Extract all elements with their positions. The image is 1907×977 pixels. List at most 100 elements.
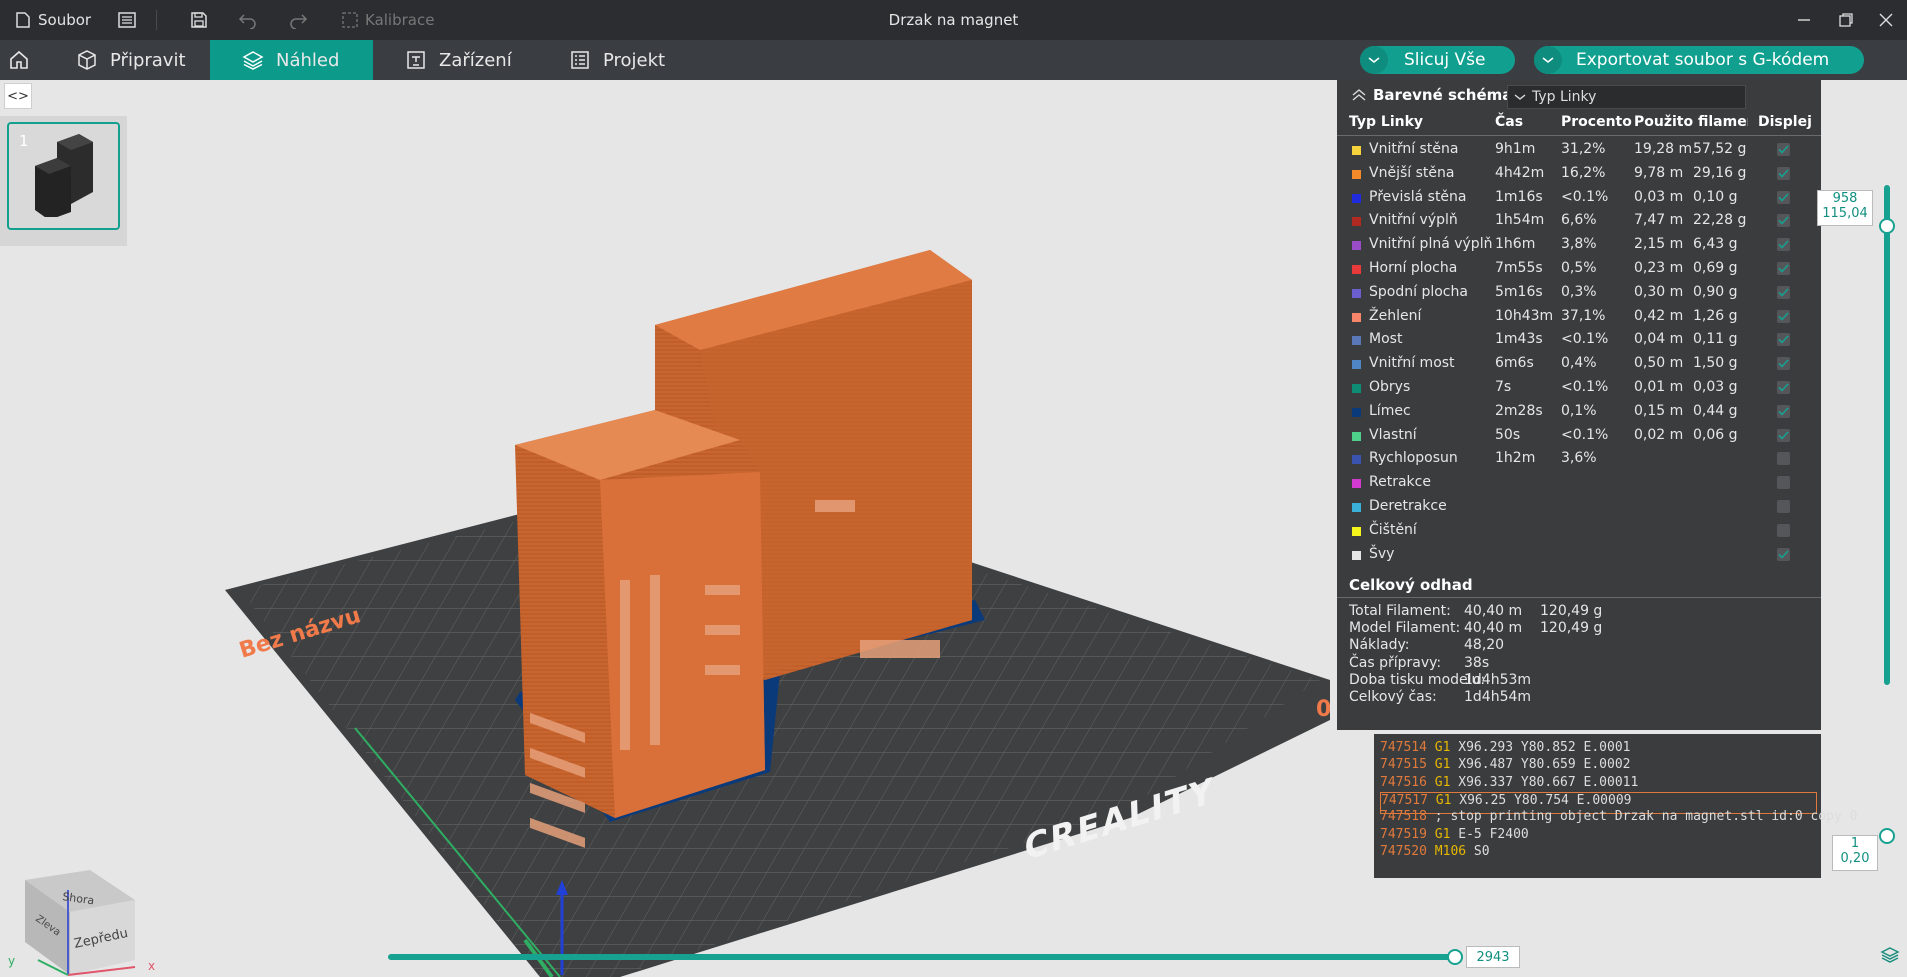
display-checkbox[interactable] (1777, 404, 1790, 418)
color-scheme-select[interactable]: Typ Linky (1507, 85, 1746, 109)
line-type-time: 9h1m (1495, 141, 1536, 157)
home-icon[interactable] (8, 40, 38, 80)
display-checkbox[interactable] (1777, 285, 1790, 299)
line-type-swatch (1352, 265, 1361, 274)
chevron-down-icon[interactable] (1534, 46, 1562, 74)
tab-device[interactable]: Zařízení (373, 40, 543, 80)
line-type-weight: 0,90 g (1693, 283, 1738, 300)
display-checkbox[interactable] (1777, 357, 1790, 371)
tab-project[interactable]: Projekt (549, 40, 699, 80)
top-layer-number: 958 (1832, 191, 1858, 206)
line-type-name: Vnitřní stěna (1369, 141, 1459, 157)
display-checkbox[interactable] (1777, 238, 1790, 252)
display-checkbox[interactable] (1777, 452, 1790, 466)
legend-row: Čištění (1337, 519, 1821, 543)
legend-row: Vnitřní stěna 9h1m 31,2% 19,28 m 57,52 g (1337, 138, 1821, 162)
summary-label: Náklady: (1349, 637, 1410, 654)
view-cube: Shora Zleva Zepředu x y (8, 870, 155, 976)
legend-row: Límec 2m28s 0,1% 0,15 m 0,44 g (1337, 400, 1821, 424)
move-slider-track[interactable] (388, 954, 1456, 960)
display-checkbox[interactable] (1777, 190, 1790, 204)
col-time: Čas (1495, 114, 1524, 130)
col-percent: Procento (1561, 114, 1632, 130)
gcode-command: M106 (1434, 843, 1467, 859)
chevron-down-icon (1514, 89, 1526, 105)
legend-row: Převislá stěna 1m16s <0.1% 0,03 m 0,10 g (1337, 186, 1821, 210)
undo-icon[interactable] (238, 0, 258, 40)
line-type-weight: 0,11 g (1693, 331, 1738, 348)
collapse-up-icon[interactable] (1351, 86, 1367, 105)
display-checkbox[interactable] (1777, 523, 1790, 537)
slice-all-label: Slicuj Vše (1404, 50, 1486, 70)
gcode-params: X96.487 Y80.659 E.0002 (1450, 757, 1631, 773)
move-slider-handle[interactable] (1447, 949, 1463, 965)
line-type-length: 0,15 m (1634, 402, 1684, 419)
redo-icon[interactable] (288, 0, 308, 40)
list-menu-icon[interactable] (118, 0, 136, 40)
display-checkbox[interactable] (1777, 262, 1790, 275)
line-type-length: 0,02 m (1634, 426, 1684, 443)
tab-preview[interactable]: Náhled (210, 40, 373, 80)
line-type-percent: 37,1% (1561, 307, 1606, 324)
legend-row: Deretrakce (1337, 495, 1821, 519)
gcode-line-number: 747515 (1380, 757, 1427, 773)
display-checkbox[interactable] (1777, 214, 1790, 228)
layer-slider-track[interactable] (1884, 185, 1890, 685)
line-type-time: 7m55s (1495, 260, 1543, 276)
display-checkbox[interactable] (1777, 476, 1790, 490)
save-icon[interactable] (190, 0, 208, 40)
check-icon (1778, 169, 1789, 178)
gcode-params: X96.337 Y80.667 E.00011 (1450, 774, 1639, 790)
layer-slider-top-handle[interactable] (1879, 218, 1895, 234)
minimize-icon[interactable] (1782, 0, 1826, 40)
file-menu[interactable]: Soubor (16, 0, 91, 40)
display-checkbox[interactable] (1777, 500, 1790, 513)
display-checkbox[interactable] (1777, 309, 1790, 323)
gcode-viewer[interactable]: 747514 G1 X96.293 Y80.852 E.0001 747515 G… (1374, 734, 1857, 878)
line-type-name: Žehlení (1369, 307, 1422, 324)
line-type-percent: 16,2% (1561, 164, 1606, 181)
display-checkbox[interactable] (1777, 381, 1790, 394)
legend-title: Barevné schéma (1373, 86, 1513, 104)
display-checkbox[interactable] (1777, 547, 1790, 561)
line-type-swatch (1352, 550, 1361, 560)
layers-toggle-icon[interactable] (1880, 945, 1900, 969)
check-icon (1778, 359, 1789, 368)
chevron-down-icon[interactable] (1360, 46, 1388, 74)
close-icon[interactable] (1864, 0, 1907, 40)
line-type-percent: 0,4% (1561, 355, 1597, 372)
display-checkbox[interactable] (1777, 166, 1790, 180)
tab-prepare[interactable]: Připravit (56, 40, 206, 80)
col-line-type: Typ Linky (1349, 114, 1424, 130)
restore-icon[interactable] (1824, 0, 1868, 40)
line-type-time: 1m43s (1495, 331, 1543, 348)
file-icon (16, 12, 30, 28)
export-gcode-label: Exportovat soubor s G-kódem (1576, 50, 1830, 70)
layer-slider-bottom-handle[interactable] (1879, 828, 1895, 844)
color-scheme-value: Typ Linky (1532, 89, 1597, 105)
line-type-swatch (1352, 193, 1361, 203)
line-type-time: 1h54m (1495, 212, 1545, 229)
display-checkbox[interactable] (1777, 333, 1790, 347)
display-checkbox[interactable] (1777, 428, 1790, 442)
gcode-line[interactable]: 747520 M106 S0 (1380, 844, 1815, 864)
line-type-swatch (1352, 503, 1361, 512)
legend-row: Vnější stěna 4h42m 16,2% 9,78 m 29,16 g (1337, 162, 1821, 186)
calibration-button[interactable]: Kalibrace (342, 0, 434, 40)
line-type-length: 0,03 m (1634, 188, 1684, 205)
line-type-length: 9,78 m (1634, 164, 1684, 181)
line-type-percent: 31,2% (1561, 141, 1606, 157)
line-type-name: Vnější stěna (1369, 164, 1455, 181)
summary-value-secondary: 120,49 g (1540, 603, 1603, 619)
line-type-swatch (1352, 241, 1361, 251)
line-type-name: Spodní plocha (1369, 283, 1468, 300)
3d-viewport[interactable]: <> 1 Bez názvu 0 CREALITY Shora Zleva Ze… (0, 80, 1907, 977)
legend-row: Retrakce (1337, 471, 1821, 495)
export-gcode-button[interactable]: Exportovat soubor s G-kódem (1534, 46, 1864, 74)
line-type-swatch (1352, 336, 1361, 346)
summary-value: 40,40 m (1464, 620, 1523, 637)
display-checkbox[interactable] (1777, 143, 1790, 156)
slice-all-button[interactable]: Slicuj Vše (1360, 46, 1515, 74)
line-type-swatch (1352, 288, 1361, 298)
tab-prepare-label: Připravit (110, 49, 186, 71)
